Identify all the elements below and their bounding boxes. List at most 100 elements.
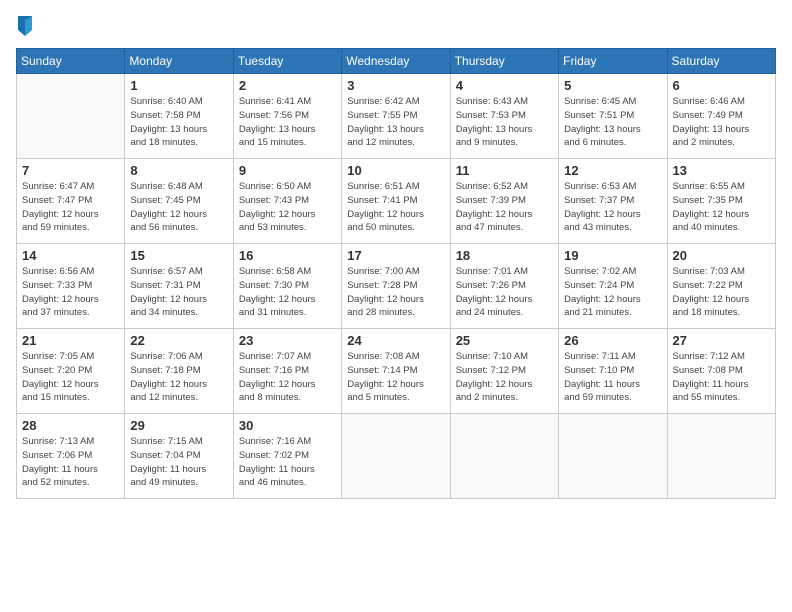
day-number: 10 <box>347 163 444 178</box>
day-info: Sunrise: 7:06 AM Sunset: 7:18 PM Dayligh… <box>130 350 227 405</box>
calendar-cell: 12 Sunrise: 6:53 AM Sunset: 7:37 PM Dayli… <box>559 159 667 244</box>
day-info: Sunrise: 6:45 AM Sunset: 7:51 PM Dayligh… <box>564 95 661 150</box>
calendar-cell: 26Sunrise: 7:11 AM Sunset: 7:10 PM Dayli… <box>559 329 667 414</box>
day-number: 28 <box>22 418 119 433</box>
day-info: Sunrise: 6:42 AM Sunset: 7:55 PM Dayligh… <box>347 95 444 150</box>
calendar-week-row: 14 Sunrise: 6:56 AM Sunset: 7:33 PM Dayli… <box>17 244 776 329</box>
day-of-week-header: Wednesday <box>342 49 450 74</box>
day-of-week-header: Saturday <box>667 49 775 74</box>
day-info: Sunrise: 6:53 AM Sunset: 7:37 PM Dayligh… <box>564 180 661 235</box>
calendar-cell: 2 Sunrise: 6:41 AM Sunset: 7:56 PM Daylig… <box>233 74 341 159</box>
day-number: 29 <box>130 418 227 433</box>
day-info: Sunrise: 7:11 AM Sunset: 7:10 PM Dayligh… <box>564 350 661 405</box>
day-info: Sunrise: 7:05 AM Sunset: 7:20 PM Dayligh… <box>22 350 119 405</box>
day-number: 23 <box>239 333 336 348</box>
calendar-cell: 13 Sunrise: 6:55 AM Sunset: 7:35 PM Dayli… <box>667 159 775 244</box>
calendar-cell: 10 Sunrise: 6:51 AM Sunset: 7:41 PM Dayli… <box>342 159 450 244</box>
calendar-cell <box>17 74 125 159</box>
day-number: 9 <box>239 163 336 178</box>
day-info: Sunrise: 6:43 AM Sunset: 7:53 PM Dayligh… <box>456 95 553 150</box>
day-info: Sunrise: 6:46 AM Sunset: 7:49 PM Dayligh… <box>673 95 770 150</box>
day-info: Sunrise: 7:15 AM Sunset: 7:04 PM Dayligh… <box>130 435 227 490</box>
day-info: Sunrise: 7:00 AM Sunset: 7:28 PM Dayligh… <box>347 265 444 320</box>
calendar-cell <box>342 414 450 499</box>
calendar-cell <box>559 414 667 499</box>
day-info: Sunrise: 6:51 AM Sunset: 7:41 PM Dayligh… <box>347 180 444 235</box>
day-info: Sunrise: 7:16 AM Sunset: 7:02 PM Dayligh… <box>239 435 336 490</box>
calendar-cell: 19 Sunrise: 7:02 AM Sunset: 7:24 PM Dayli… <box>559 244 667 329</box>
calendar-cell: 16 Sunrise: 6:58 AM Sunset: 7:30 PM Dayli… <box>233 244 341 329</box>
calendar-cell: 27 Sunrise: 7:12 AM Sunset: 7:08 PM Dayli… <box>667 329 775 414</box>
day-info: Sunrise: 6:52 AM Sunset: 7:39 PM Dayligh… <box>456 180 553 235</box>
day-of-week-header: Tuesday <box>233 49 341 74</box>
day-number: 27 <box>673 333 770 348</box>
day-number: 24 <box>347 333 444 348</box>
day-number: 30 <box>239 418 336 433</box>
day-info: Sunrise: 7:03 AM Sunset: 7:22 PM Dayligh… <box>673 265 770 320</box>
day-info: Sunrise: 6:48 AM Sunset: 7:45 PM Dayligh… <box>130 180 227 235</box>
calendar-week-row: 7 Sunrise: 6:47 AM Sunset: 7:47 PM Daylig… <box>17 159 776 244</box>
day-of-week-header: Friday <box>559 49 667 74</box>
calendar-cell: 3 Sunrise: 6:42 AM Sunset: 7:55 PM Daylig… <box>342 74 450 159</box>
calendar-cell: 14 Sunrise: 6:56 AM Sunset: 7:33 PM Dayli… <box>17 244 125 329</box>
day-number: 8 <box>130 163 227 178</box>
day-info: Sunrise: 6:55 AM Sunset: 7:35 PM Dayligh… <box>673 180 770 235</box>
day-info: Sunrise: 6:50 AM Sunset: 7:43 PM Dayligh… <box>239 180 336 235</box>
calendar-cell: 17 Sunrise: 7:00 AM Sunset: 7:28 PM Dayli… <box>342 244 450 329</box>
day-number: 19 <box>564 248 661 263</box>
day-info: Sunrise: 7:07 AM Sunset: 7:16 PM Dayligh… <box>239 350 336 405</box>
day-info: Sunrise: 7:10 AM Sunset: 7:12 PM Dayligh… <box>456 350 553 405</box>
day-number: 14 <box>22 248 119 263</box>
calendar-cell: 9 Sunrise: 6:50 AM Sunset: 7:43 PM Daylig… <box>233 159 341 244</box>
day-number: 4 <box>456 78 553 93</box>
day-info: Sunrise: 6:56 AM Sunset: 7:33 PM Dayligh… <box>22 265 119 320</box>
day-info: Sunrise: 7:12 AM Sunset: 7:08 PM Dayligh… <box>673 350 770 405</box>
day-number: 21 <box>22 333 119 348</box>
calendar-cell: 7 Sunrise: 6:47 AM Sunset: 7:47 PM Daylig… <box>17 159 125 244</box>
calendar-cell: 15Sunrise: 6:57 AM Sunset: 7:31 PM Dayli… <box>125 244 233 329</box>
page-header <box>16 16 776 36</box>
day-info: Sunrise: 7:01 AM Sunset: 7:26 PM Dayligh… <box>456 265 553 320</box>
calendar-cell: 8 Sunrise: 6:48 AM Sunset: 7:45 PM Daylig… <box>125 159 233 244</box>
calendar-table: SundayMondayTuesdayWednesdayThursdayFrid… <box>16 48 776 499</box>
day-number: 25 <box>456 333 553 348</box>
day-number: 13 <box>673 163 770 178</box>
day-number: 11 <box>456 163 553 178</box>
calendar-cell: 5 Sunrise: 6:45 AM Sunset: 7:51 PM Daylig… <box>559 74 667 159</box>
day-number: 17 <box>347 248 444 263</box>
day-number: 20 <box>673 248 770 263</box>
day-info: Sunrise: 7:02 AM Sunset: 7:24 PM Dayligh… <box>564 265 661 320</box>
logo-icon <box>18 16 32 36</box>
day-number: 1 <box>130 78 227 93</box>
day-of-week-header: Thursday <box>450 49 558 74</box>
day-info: Sunrise: 6:40 AM Sunset: 7:58 PM Dayligh… <box>130 95 227 150</box>
day-of-week-header: Sunday <box>17 49 125 74</box>
calendar-cell <box>667 414 775 499</box>
calendar-header-row: SundayMondayTuesdayWednesdayThursdayFrid… <box>17 49 776 74</box>
calendar-cell: 24 Sunrise: 7:08 AM Sunset: 7:14 PM Dayli… <box>342 329 450 414</box>
day-number: 7 <box>22 163 119 178</box>
day-number: 6 <box>673 78 770 93</box>
day-number: 3 <box>347 78 444 93</box>
day-info: Sunrise: 7:13 AM Sunset: 7:06 PM Dayligh… <box>22 435 119 490</box>
day-number: 16 <box>239 248 336 263</box>
day-number: 22 <box>130 333 227 348</box>
day-info: Sunrise: 7:08 AM Sunset: 7:14 PM Dayligh… <box>347 350 444 405</box>
day-info: Sunrise: 6:41 AM Sunset: 7:56 PM Dayligh… <box>239 95 336 150</box>
day-number: 12 <box>564 163 661 178</box>
calendar-cell: 25 Sunrise: 7:10 AM Sunset: 7:12 PM Dayli… <box>450 329 558 414</box>
calendar-cell: 22 Sunrise: 7:06 AM Sunset: 7:18 PM Dayli… <box>125 329 233 414</box>
day-number: 5 <box>564 78 661 93</box>
calendar-cell: 4 Sunrise: 6:43 AM Sunset: 7:53 PM Daylig… <box>450 74 558 159</box>
calendar-cell: 18 Sunrise: 7:01 AM Sunset: 7:26 PM Dayli… <box>450 244 558 329</box>
day-info: Sunrise: 6:58 AM Sunset: 7:30 PM Dayligh… <box>239 265 336 320</box>
calendar-week-row: 28 Sunrise: 7:13 AM Sunset: 7:06 PM Dayli… <box>17 414 776 499</box>
calendar-cell: 20 Sunrise: 7:03 AM Sunset: 7:22 PM Dayli… <box>667 244 775 329</box>
day-number: 2 <box>239 78 336 93</box>
logo <box>16 16 34 36</box>
day-info: Sunrise: 6:57 AM Sunset: 7:31 PM Dayligh… <box>130 265 227 320</box>
calendar-cell: 30 Sunrise: 7:16 AM Sunset: 7:02 PM Dayli… <box>233 414 341 499</box>
day-number: 18 <box>456 248 553 263</box>
day-info: Sunrise: 6:47 AM Sunset: 7:47 PM Dayligh… <box>22 180 119 235</box>
day-of-week-header: Monday <box>125 49 233 74</box>
